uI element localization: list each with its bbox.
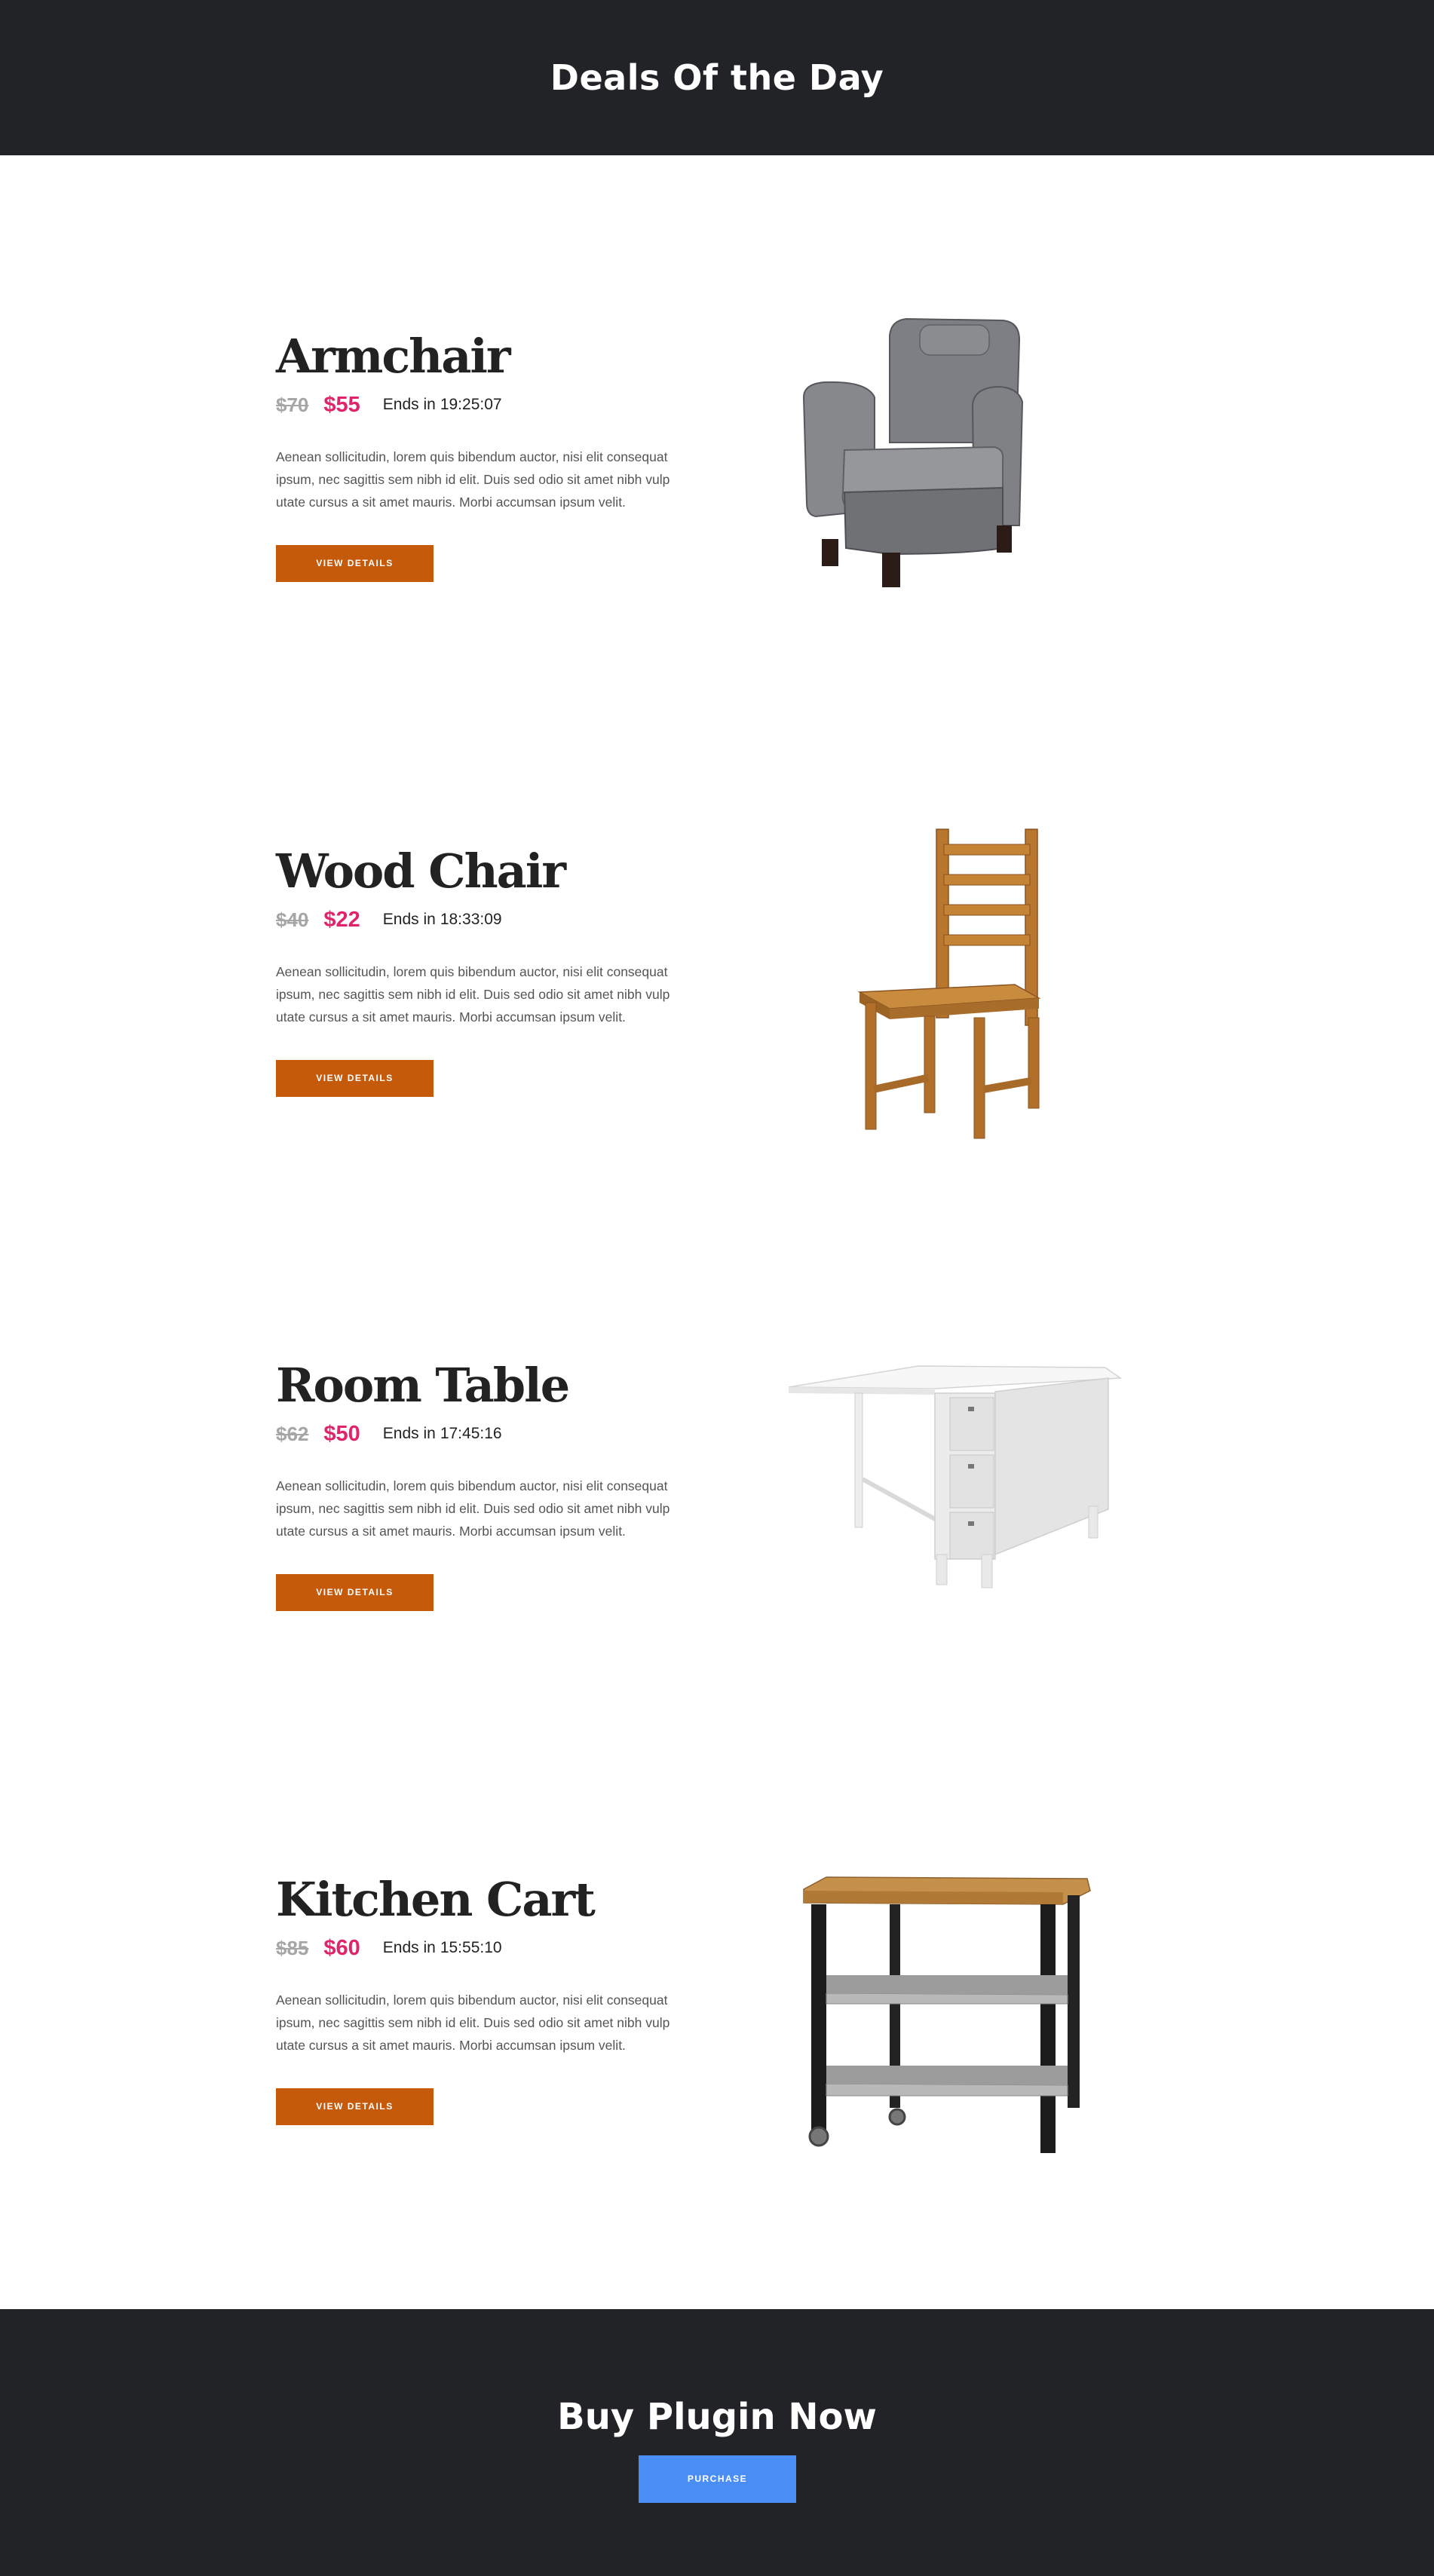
armchair-image — [777, 299, 1123, 631]
deal-title: Kitchen Cart — [276, 1872, 596, 1927]
old-price: $62 — [276, 1422, 309, 1445]
armchair-icon — [802, 317, 1024, 587]
countdown-timer: 15:55:10 — [440, 1939, 502, 1956]
ends-label: Ends in — [382, 1939, 436, 1956]
room-table-image — [777, 1328, 1123, 1660]
purchase-button[interactable]: PURCHASE — [639, 2455, 796, 2503]
deal-wood-chair: Wood Chair $40 $22 Ends in 18:33:09 Aenea… — [0, 829, 1434, 1221]
deal-info: Kitchen Cart $85 $60 Ends in 15:55:10 Aen… — [276, 1873, 698, 2125]
view-details-button[interactable]: VIEW DETAILS — [276, 2088, 434, 2125]
deal-kitchen-cart: Kitchen Cart $85 $60 Ends in 15:55:10 Aen… — [0, 1873, 1434, 2250]
deal-info: Room Table $62 $50 Ends in 17:45:16 Aenea… — [276, 1358, 698, 1611]
deal-description: Aenean sollicitudin, lorem quis bibendum… — [276, 1478, 670, 1539]
ends-label: Ends in — [382, 396, 436, 413]
price-row: $62 $50 Ends in 17:45:16 — [276, 1419, 698, 1449]
countdown-timer: 17:45:16 — [440, 1425, 502, 1442]
room-table-icon — [788, 1365, 1123, 1588]
view-details-button[interactable]: VIEW DETAILS — [276, 545, 434, 582]
countdown: Ends in 15:55:10 — [383, 1939, 502, 1957]
old-price: $85 — [276, 1936, 309, 1959]
kitchen-cart-image — [777, 1842, 1123, 2174]
old-price: $40 — [276, 908, 309, 931]
wood-chair-icon — [857, 829, 1041, 1139]
countdown-timer: 19:25:07 — [440, 396, 502, 413]
page-header: Deals Of the Day — [0, 0, 1434, 155]
deal-title: Armchair — [276, 329, 511, 384]
price-row: $70 $55 Ends in 19:25:07 — [276, 390, 698, 420]
wood-chair-image — [777, 814, 1123, 1146]
countdown: Ends in 19:25:07 — [383, 396, 502, 414]
countdown: Ends in 17:45:16 — [383, 1425, 502, 1443]
kitchen-cart-icon — [803, 1876, 1091, 2153]
deal-room-table: Room Table $62 $50 Ends in 17:45:16 Aenea… — [0, 1358, 1434, 1735]
countdown-timer: 18:33:09 — [440, 911, 502, 928]
new-price: $50 — [323, 1421, 360, 1446]
new-price: $55 — [323, 392, 360, 417]
old-price: $70 — [276, 393, 309, 416]
view-details-button[interactable]: VIEW DETAILS — [276, 1060, 434, 1097]
deal-info: Wood Chair $40 $22 Ends in 18:33:09 Aenea… — [276, 844, 698, 1097]
deal-armchair: Armchair $70 $55 Ends in 19:25:07 Aenean … — [0, 317, 1434, 706]
deal-description: Aenean sollicitudin, lorem quis bibendum… — [276, 1992, 670, 2053]
deal-description: Aenean sollicitudin, lorem quis bibendum… — [276, 964, 670, 1025]
new-price: $22 — [323, 907, 360, 932]
countdown: Ends in 18:33:09 — [383, 911, 502, 929]
price-row: $85 $60 Ends in 15:55:10 — [276, 1933, 698, 1963]
page-title: Deals Of the Day — [550, 57, 884, 98]
view-details-button[interactable]: VIEW DETAILS — [276, 1574, 434, 1611]
footer-title: Buy Plugin Now — [557, 2396, 877, 2438]
deal-description: Aenean sollicitudin, lorem quis bibendum… — [276, 449, 670, 510]
new-price: $60 — [323, 1935, 360, 1960]
deal-title: Room Table — [276, 1358, 570, 1413]
page-footer: Buy Plugin Now PURCHASE — [0, 2309, 1434, 2576]
price-row: $40 $22 Ends in 18:33:09 — [276, 905, 698, 935]
ends-label: Ends in — [382, 911, 436, 928]
deal-title: Wood Chair — [276, 844, 566, 899]
ends-label: Ends in — [382, 1425, 436, 1442]
deal-info: Armchair $70 $55 Ends in 19:25:07 Aenean … — [276, 329, 698, 582]
